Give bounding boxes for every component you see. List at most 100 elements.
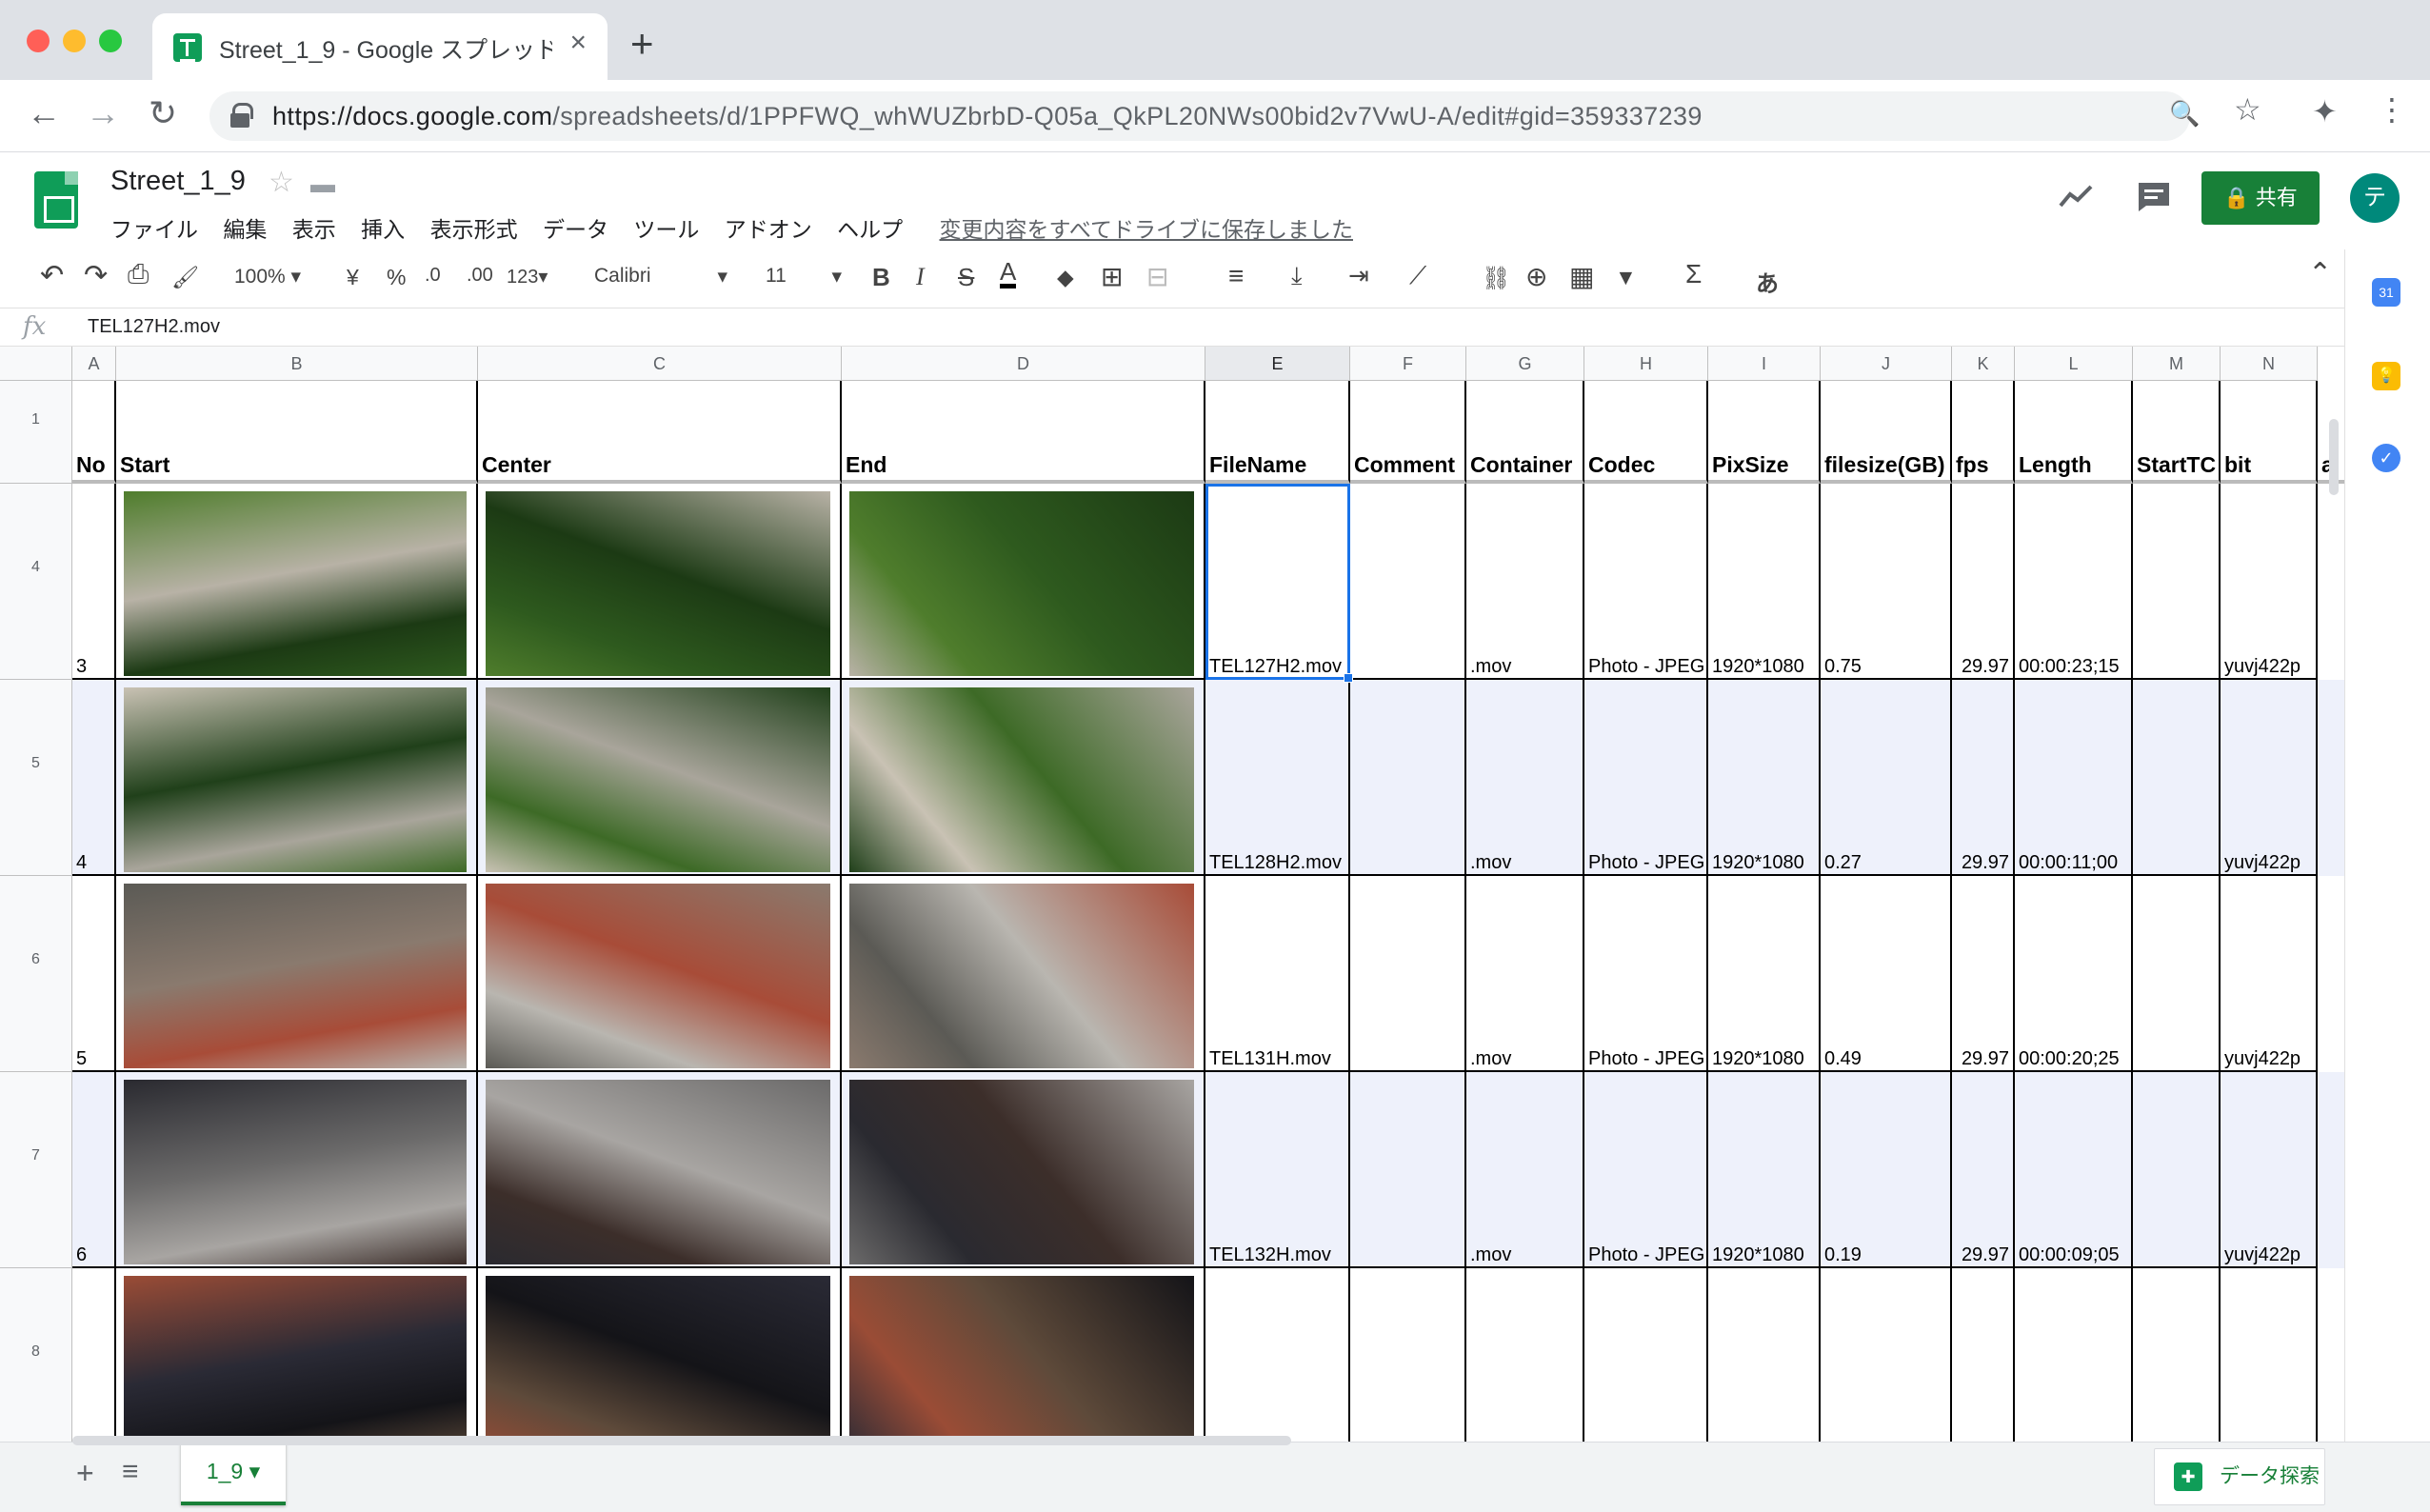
font-size-select[interactable]: 11 ▾	[766, 265, 842, 288]
cell-m7[interactable]	[2133, 1072, 2221, 1268]
cell-k4[interactable]: 29.97	[1952, 484, 2015, 680]
column-title-codec[interactable]: Codec	[1584, 381, 1708, 484]
share-button[interactable]: 🔒 共有	[2201, 171, 2320, 225]
row-header-6[interactable]: 6	[0, 876, 72, 1072]
column-title-start[interactable]: Start	[116, 381, 478, 484]
cell-e7[interactable]: TEL132H.mov	[1205, 1072, 1350, 1268]
menu-help[interactable]: ヘルプ	[837, 217, 903, 242]
column-header-e[interactable]: E	[1205, 347, 1350, 381]
menu-insert[interactable]: 挿入	[361, 217, 405, 242]
cell-a8[interactable]: 7	[72, 1268, 116, 1442]
column-title-pixsize[interactable]: PixSize	[1708, 381, 1821, 484]
cell-a6[interactable]: 5	[72, 876, 116, 1072]
cell-i7[interactable]: 1920*1080	[1708, 1072, 1821, 1268]
paint-format-icon[interactable]: 🖌	[171, 265, 199, 290]
cell-h5[interactable]: Photo - JPEG	[1584, 680, 1708, 876]
close-tab-icon[interactable]: ×	[569, 27, 587, 59]
cell-i6[interactable]: 1920*1080	[1708, 876, 1821, 1072]
cell-i8[interactable]: 1920*1080	[1708, 1268, 1821, 1442]
select-all-corner[interactable]	[0, 347, 72, 381]
strikethrough-button[interactable]: S	[958, 263, 974, 292]
text-rotation-icon[interactable]: ⟋	[1409, 261, 1426, 291]
decrease-decimal-button[interactable]: .0	[425, 265, 441, 287]
bookmark-star-icon[interactable]: ☆	[2234, 91, 2261, 128]
tasks-icon[interactable]: ✓	[2372, 444, 2400, 472]
menu-file[interactable]: ファイル	[110, 217, 198, 242]
column-header-d[interactable]: D	[842, 347, 1205, 381]
functions-icon[interactable]: Σ	[1685, 259, 1702, 289]
increase-decimal-button[interactable]: .00	[467, 265, 493, 287]
column-title-filesize-gb-[interactable]: filesize(GB)	[1821, 381, 1952, 484]
column-header-j[interactable]: J	[1821, 347, 1952, 381]
comments-icon[interactable]	[2137, 181, 2171, 213]
cell-j4[interactable]: 0.75	[1821, 484, 1952, 680]
cell-j7[interactable]: 0.19	[1821, 1072, 1952, 1268]
url-text[interactable]: https://docs.google.com/spreadsheets/d/1…	[272, 102, 1703, 131]
all-sheets-button[interactable]: ≡	[122, 1456, 139, 1488]
zoom-icon[interactable]: 🔍	[2169, 99, 2200, 129]
cell-n5[interactable]: yuvj422p	[2221, 680, 2318, 876]
row-header-4[interactable]: 4	[0, 484, 72, 680]
menu-tools[interactable]: ツール	[633, 217, 699, 242]
horizontal-scrollbar[interactable]	[72, 1436, 1291, 1445]
calendar-icon[interactable]: 31	[2372, 278, 2400, 307]
text-wrap-icon[interactable]: ⇥	[1348, 261, 1369, 290]
reload-button[interactable]: ↻	[149, 93, 177, 133]
cell-a7[interactable]: 6	[72, 1072, 116, 1268]
keep-icon[interactable]: 💡	[2372, 362, 2400, 390]
column-title-comment[interactable]: Comment	[1350, 381, 1466, 484]
column-title-length[interactable]: Length	[2015, 381, 2133, 484]
browser-tab[interactable]: Street_1_9 - Google スプレッドシ ×	[152, 13, 608, 80]
cell-f7[interactable]	[1350, 1072, 1466, 1268]
cell-i4[interactable]: 1920*1080	[1708, 484, 1821, 680]
font-select[interactable]: Calibri ▾	[594, 265, 727, 288]
add-sheet-button[interactable]: +	[76, 1456, 94, 1491]
cell-h6[interactable]: Photo - JPEG	[1584, 876, 1708, 1072]
column-header-n[interactable]: N	[2221, 347, 2318, 381]
cell-k5[interactable]: 29.97	[1952, 680, 2015, 876]
insert-chart-icon[interactable]: ▦	[1569, 261, 1594, 292]
cell-m4[interactable]	[2133, 484, 2221, 680]
column-header-c[interactable]: C	[478, 347, 842, 381]
zoom-select[interactable]: 100% ▾	[234, 265, 301, 288]
close-window-button[interactable]	[27, 30, 50, 52]
cell-n4[interactable]: yuvj422p	[2221, 484, 2318, 680]
document-title[interactable]: Street_1_9	[110, 166, 246, 197]
insert-comment-icon[interactable]: ⊕	[1525, 261, 1547, 292]
cell-h7[interactable]: Photo - JPEG	[1584, 1072, 1708, 1268]
menu-data[interactable]: データ	[543, 217, 608, 242]
formula-input[interactable]: TEL127H2.mov	[88, 316, 220, 338]
insert-link-icon[interactable]: ⛓	[1482, 265, 1510, 292]
more-formats-button[interactable]: 123▾	[507, 265, 548, 288]
menu-addons[interactable]: アドオン	[725, 217, 812, 242]
column-header-k[interactable]: K	[1952, 347, 2015, 381]
cell-d5[interactable]	[842, 680, 1205, 876]
row-header-5[interactable]: 5	[0, 680, 72, 876]
cell-b8[interactable]	[116, 1268, 478, 1442]
cell-j6[interactable]: 0.49	[1821, 876, 1952, 1072]
cell-m8[interactable]	[2133, 1268, 2221, 1442]
cell-l5[interactable]: 00:00:11;00	[2015, 680, 2133, 876]
cell-e5[interactable]: TEL128H2.mov	[1205, 680, 1350, 876]
cell-g4[interactable]: .mov	[1466, 484, 1584, 680]
cell-f4[interactable]	[1350, 484, 1466, 680]
cell-e6[interactable]: TEL131H.mov	[1205, 876, 1350, 1072]
cell-n7[interactable]: yuvj422p	[2221, 1072, 2318, 1268]
cell-c7[interactable]	[478, 1072, 842, 1268]
cell-m5[interactable]	[2133, 680, 2221, 876]
vertical-scrollbar[interactable]	[2329, 419, 2339, 495]
minimize-window-button[interactable]	[63, 30, 86, 52]
cell-g7[interactable]: .mov	[1466, 1072, 1584, 1268]
row-header-7[interactable]: 7	[0, 1072, 72, 1268]
star-icon[interactable]: ☆	[269, 166, 294, 199]
cell-l8[interactable]: 00:00:08;06	[2015, 1268, 2133, 1442]
cell-g6[interactable]: .mov	[1466, 876, 1584, 1072]
cell-f8[interactable]	[1350, 1268, 1466, 1442]
column-header-m[interactable]: M	[2133, 347, 2221, 381]
menu-view[interactable]: 表示	[292, 217, 336, 242]
cell-d4[interactable]	[842, 484, 1205, 680]
column-title-filename[interactable]: FileName	[1205, 381, 1350, 484]
cell-n6[interactable]: yuvj422p	[2221, 876, 2318, 1072]
fill-color-icon[interactable]: ◆	[1057, 265, 1074, 290]
column-title-bit[interactable]: bit	[2221, 381, 2318, 484]
